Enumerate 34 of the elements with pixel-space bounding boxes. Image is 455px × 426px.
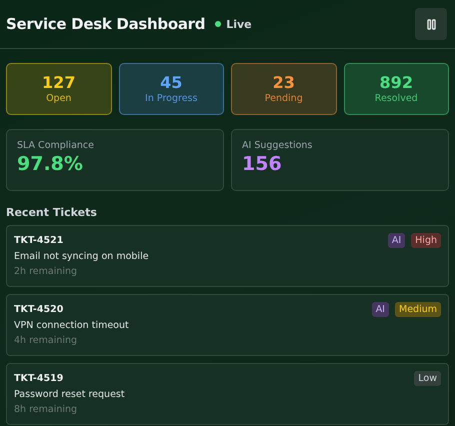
ticket-id: TKT-4520 (14, 304, 64, 314)
time-remaining: 8h remaining (14, 404, 78, 415)
priority-tag: Medium (395, 302, 441, 316)
stat-label: Pending (264, 92, 303, 104)
metric-label: SLA Compliance (17, 140, 95, 151)
time-remaining: 4h remaining (14, 335, 78, 346)
time-remaining: 2h remaining (14, 266, 78, 277)
ticket-id: TKT-4519 (14, 372, 64, 384)
ticket-card[interactable]: TKT-4521 AI High Email not syncing on mobile 2h remaining (6, 225, 449, 287)
dashboard-title: Service Desk Dashboard (6, 15, 206, 33)
pause-button[interactable] (415, 8, 447, 40)
priority-tag: High (411, 232, 441, 248)
ticket-card[interactable]: TKT-4520 AI Medium VPN connection timeout 4h remaining (6, 294, 449, 356)
stat-label: In Progress (145, 92, 198, 104)
stat-value: 23 (272, 74, 295, 92)
stat-value: 892 (380, 74, 413, 92)
ticket-subject: VPN connection timeout (14, 320, 130, 331)
ai-tag: AI (372, 302, 389, 316)
ticket-subject: Password reset request (14, 389, 126, 400)
section-title: Recent Tickets (5, 205, 98, 221)
priority-tag: Low (414, 370, 441, 386)
metric-label: AI Suggestions (242, 140, 314, 151)
ticket-subject: Email not syncing on mobile (14, 251, 150, 262)
stat-label: Open (46, 92, 72, 104)
ticket-card[interactable]: TKT-4519 Low Password reset request 8h remaining (6, 363, 449, 425)
stat-value: 45 (160, 74, 182, 92)
pause-icon (426, 18, 436, 30)
stat-value: 127 (42, 74, 76, 92)
live-status: Live (226, 18, 252, 30)
stat-label: Resolved (374, 92, 418, 104)
metric-value: 156 (242, 153, 283, 175)
ai-tag: AI (388, 232, 406, 248)
ticket-id: TKT-4521 (14, 234, 64, 246)
metric-value: 97.8% (17, 153, 84, 175)
